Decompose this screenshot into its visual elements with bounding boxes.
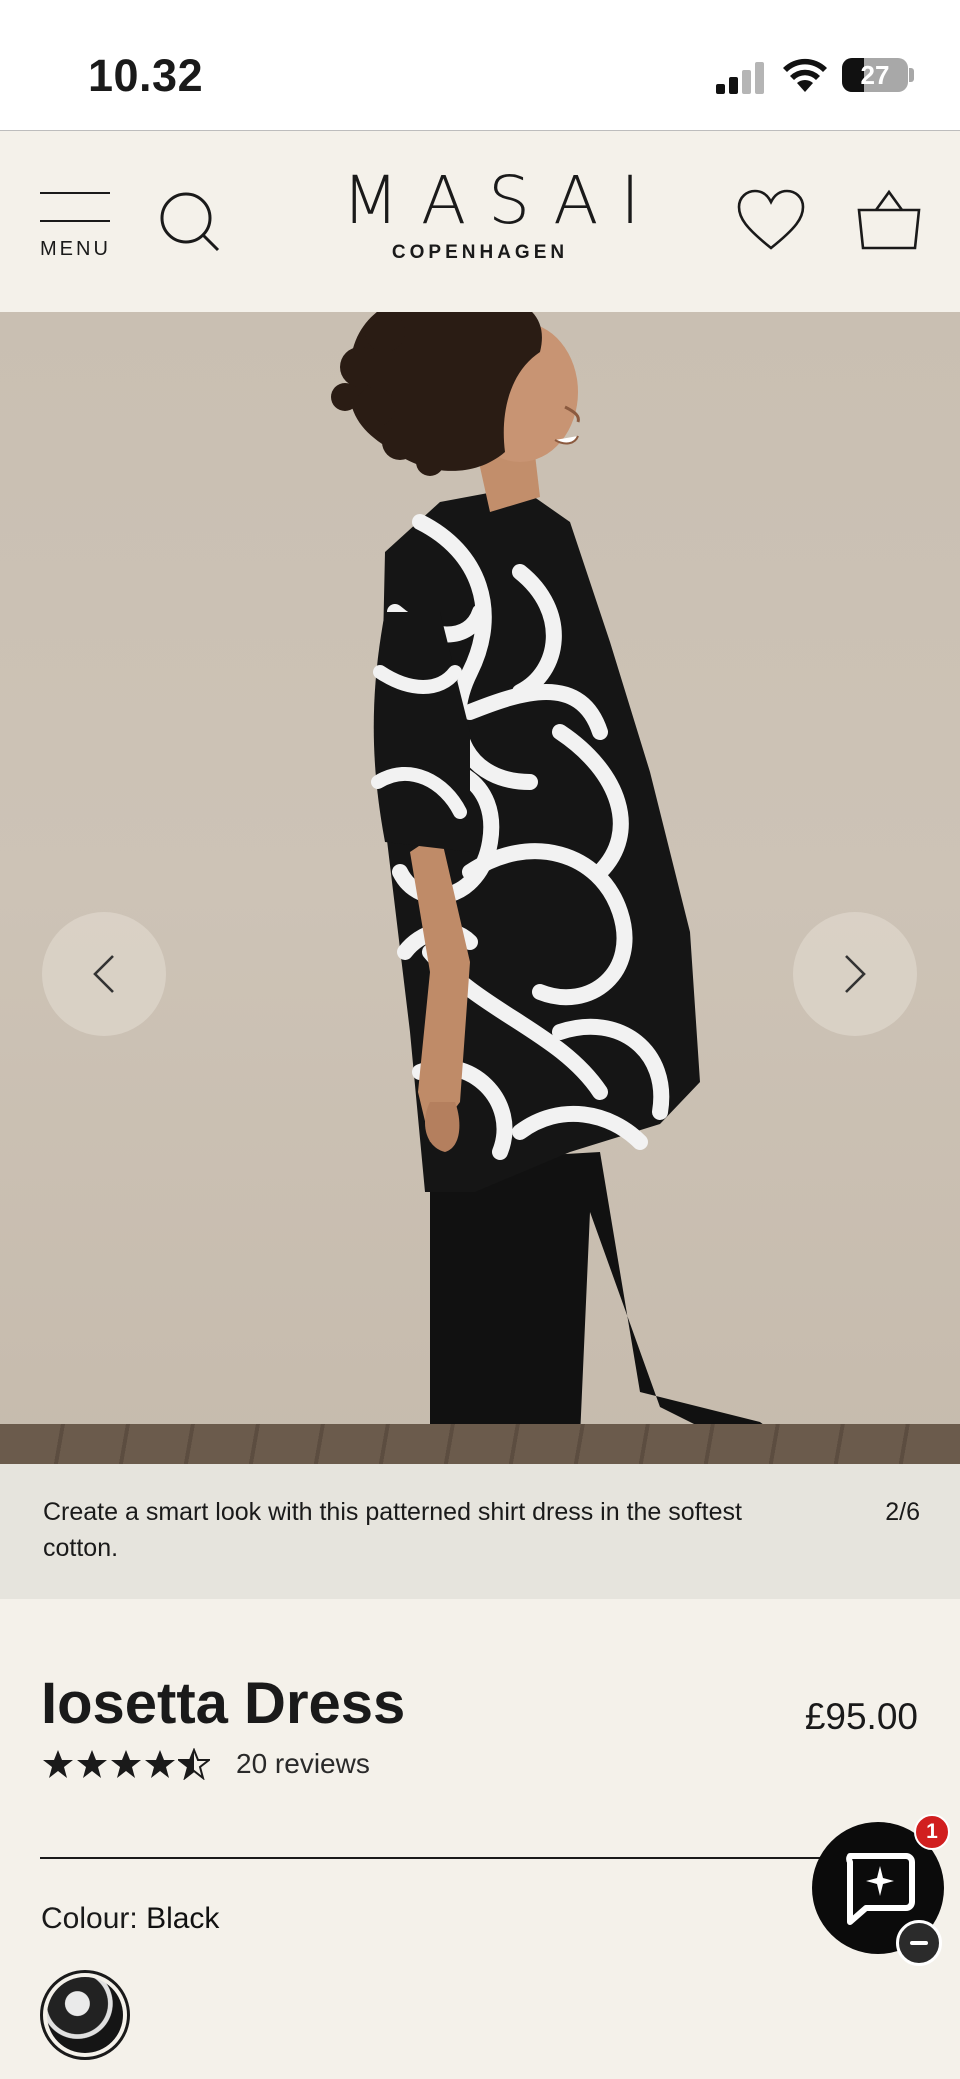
search-button[interactable] <box>158 190 222 254</box>
chat-sparkle-icon <box>846 1853 915 1925</box>
heart-icon <box>737 189 805 250</box>
wishlist-button[interactable] <box>736 188 806 254</box>
search-icon <box>160 192 220 252</box>
battery-icon: 27 <box>842 58 908 92</box>
product-rating: 20 reviews <box>42 1748 370 1780</box>
cellular-signal-icon <box>716 62 764 94</box>
status-bar: 10.32 27 <box>0 0 960 131</box>
colour-selector-label: Colour: Black <box>41 1902 219 1936</box>
next-image-button[interactable] <box>793 912 917 1036</box>
rating-stars <box>42 1748 210 1780</box>
star-filled-icon <box>145 1750 175 1778</box>
star-half-icon <box>178 1748 210 1780</box>
product-title: Iosetta Dress <box>41 1671 406 1736</box>
swatch-image <box>47 1977 123 2053</box>
hamburger-icon-line <box>40 192 110 194</box>
battery-tip <box>909 68 914 82</box>
chat-minimize-button[interactable] <box>896 1920 942 1966</box>
divider <box>40 1857 920 1859</box>
hamburger-icon-line <box>40 220 110 222</box>
model-photo <box>331 312 904 1464</box>
star-filled-icon <box>111 1750 141 1778</box>
chevron-right-icon <box>845 955 866 993</box>
star-filled-icon <box>43 1750 73 1778</box>
colour-label: Colour: <box>41 1902 138 1935</box>
menu-label: MENU <box>40 238 111 260</box>
product-price: £95.00 <box>804 1696 918 1737</box>
caption-text: Create a smart look with this patterned … <box>43 1498 742 1562</box>
colour-swatch-black[interactable] <box>40 1970 130 2060</box>
shopping-bag-button[interactable] <box>856 186 922 252</box>
status-time: 10.32 <box>88 50 204 101</box>
reviews-link[interactable]: 20 reviews <box>236 1748 370 1780</box>
previous-image-button[interactable] <box>42 912 166 1036</box>
image-caption: Create a smart look with this patterned … <box>0 1464 960 1599</box>
logo-main: MASAI <box>342 162 662 239</box>
image-counter: 2/6 <box>885 1498 920 1526</box>
site-header: MENU MASAI COPENHAGEN <box>0 132 960 312</box>
chevron-left-icon <box>93 955 114 993</box>
logo-sub: COPENHAGEN <box>391 242 569 263</box>
shopping-bag-icon <box>857 189 921 250</box>
star-filled-icon <box>77 1750 107 1778</box>
product-image[interactable] <box>0 312 960 1464</box>
floor <box>0 1424 960 1464</box>
brand-logo[interactable]: MASAI COPENHAGEN <box>320 168 640 278</box>
colour-value: Black <box>146 1902 220 1935</box>
menu-button[interactable]: MENU <box>40 192 114 260</box>
battery-level: 27 <box>860 59 890 90</box>
wifi-icon <box>783 58 827 92</box>
chat-notification-badge: 1 <box>914 1814 950 1850</box>
